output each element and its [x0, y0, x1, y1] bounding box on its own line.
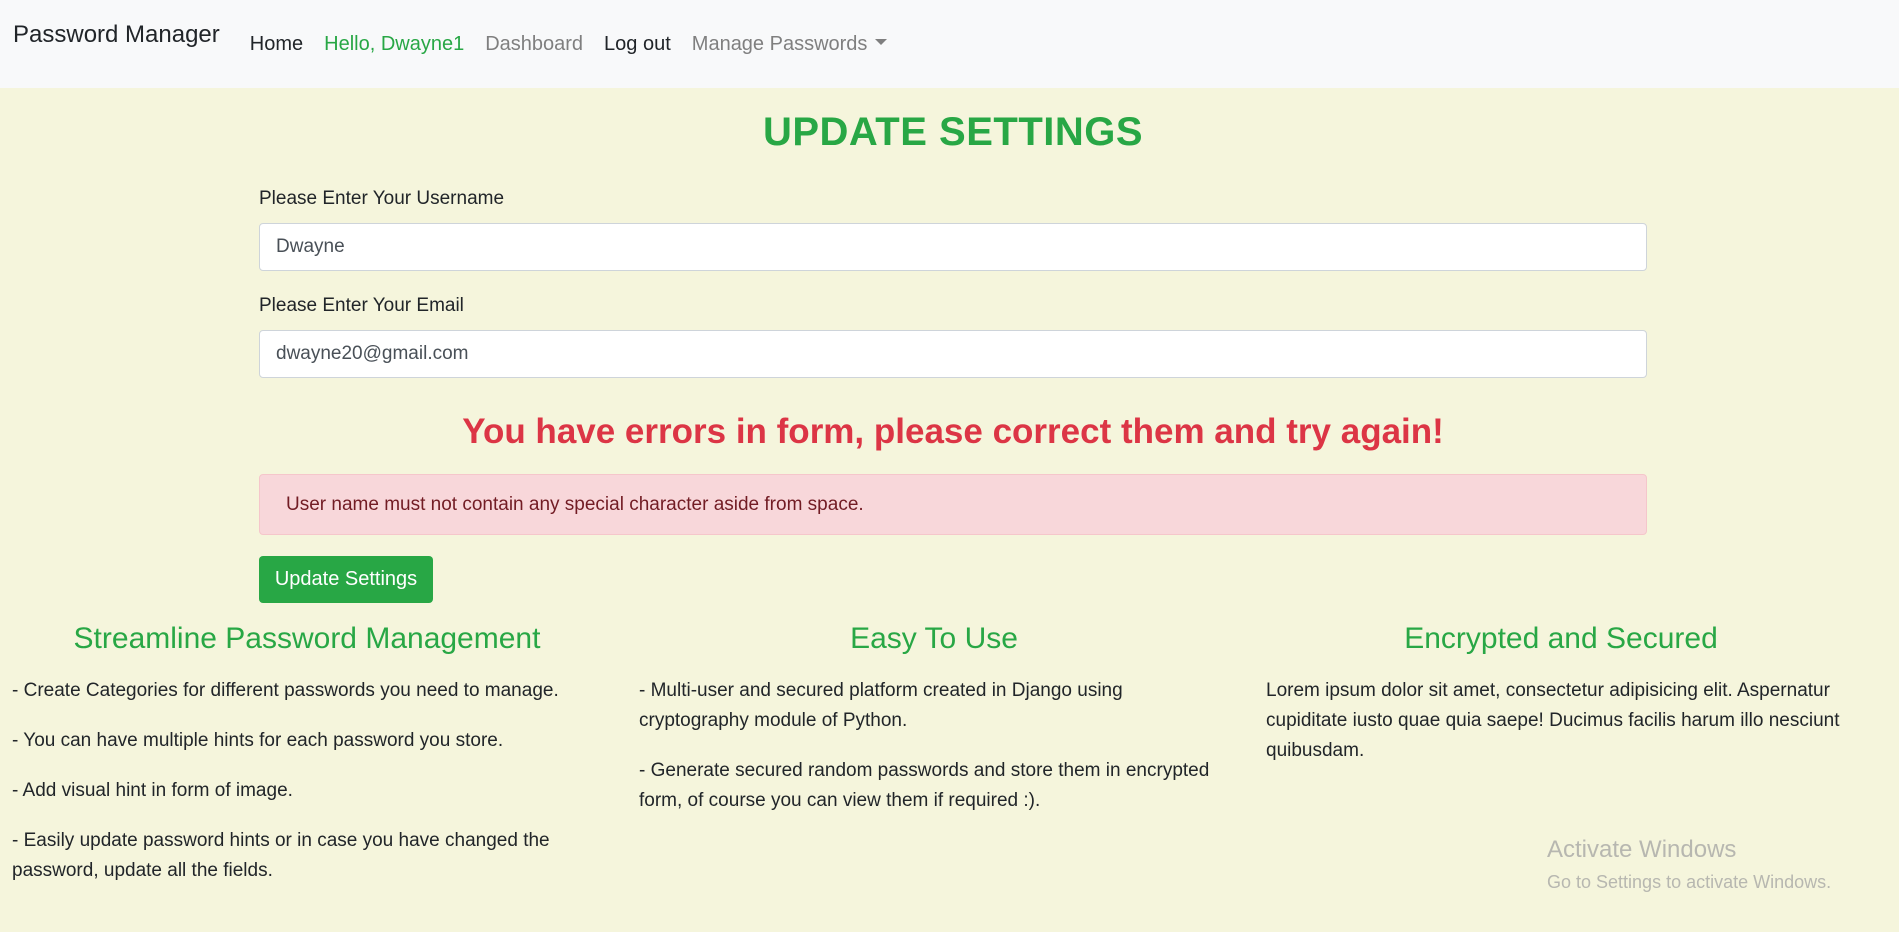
page-title: UPDATE SETTINGS — [762, 110, 1144, 154]
feature-title: Easy To Use — [850, 622, 1018, 655]
nav-manage-passwords-dropdown[interactable]: Manage Passwords — [692, 33, 888, 56]
feature-title: Streamline Password Management — [73, 622, 541, 655]
error-alert-message: User name must not contain any special c… — [286, 493, 864, 515]
username-group: Please Enter Your Username — [259, 188, 1647, 271]
username-input[interactable] — [259, 223, 1647, 271]
feature-item: - Create Categories for different passwo… — [12, 680, 559, 701]
form-error-heading: You have errors in form, please correct … — [462, 412, 1444, 451]
username-label: Please Enter Your Username — [259, 188, 505, 209]
feature-column-easy-to-use: Easy To Use - Multi-user and secured pla… — [639, 622, 1229, 836]
feature-column-streamline: Streamline Password Management - Create … — [12, 622, 602, 906]
email-group: Please Enter Your Email — [259, 295, 1647, 378]
nav-logout[interactable]: Log out — [604, 33, 671, 56]
nav-dashboard[interactable]: Dashboard — [485, 33, 583, 56]
email-input[interactable] — [259, 330, 1647, 378]
feature-item: - Generate secured random passwords and … — [639, 760, 1210, 811]
feature-title: Encrypted and Secured — [1404, 622, 1718, 655]
feature-column-encrypted: Encrypted and Secured Lorem ipsum dolor … — [1266, 622, 1856, 786]
feature-item: - Multi-user and secured platform create… — [639, 680, 1123, 731]
settings-form: Please Enter Your Username Please Enter … — [259, 188, 1647, 378]
nav-user-greeting[interactable]: Hello, Dwayne1 — [324, 33, 464, 56]
feature-item: - You can have multiple hints for each p… — [12, 730, 504, 751]
nav-home[interactable]: Home — [250, 33, 303, 56]
feature-item: - Easily update password hints or in cas… — [12, 830, 550, 881]
update-settings-button[interactable]: Update Settings — [259, 556, 433, 603]
error-alert: User name must not contain any special c… — [259, 474, 1647, 535]
feature-item: Lorem ipsum dolor sit amet, consectetur … — [1266, 680, 1840, 761]
manage-passwords-label: Manage Passwords — [691, 32, 868, 55]
feature-item: - Add visual hint in form of image. — [12, 780, 293, 801]
windows-activation-watermark: Activate Windows Go to Settings to activ… — [1547, 836, 1831, 893]
chevron-down-icon — [875, 39, 888, 46]
watermark-subtitle: Go to Settings to activate Windows. — [1547, 872, 1832, 892]
email-label: Please Enter Your Email — [259, 295, 464, 316]
brand-logo[interactable]: Password Manager — [13, 21, 220, 49]
watermark-title: Activate Windows — [1547, 836, 1737, 863]
navbar: Password Manager Home Hello, Dwayne1 Das… — [0, 0, 1899, 88]
